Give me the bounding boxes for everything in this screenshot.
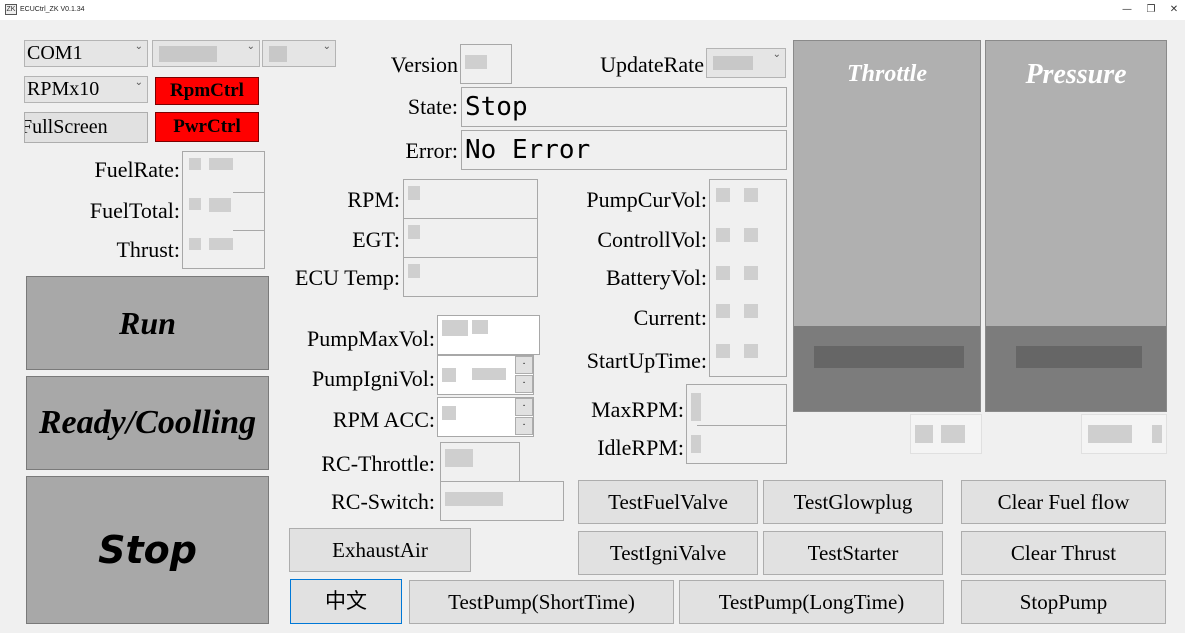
- pump-max-vol-input[interactable]: [437, 315, 540, 355]
- state-value: Stop: [461, 87, 787, 127]
- fullscreen-button[interactable]: FullScreen: [24, 112, 148, 143]
- error-value: No Error: [461, 130, 787, 170]
- ecu-temp-value: [403, 257, 538, 297]
- battery-vol-label: BatteryVol:: [605, 265, 707, 290]
- test-igni-valve-button[interactable]: TestIgniValve: [578, 531, 758, 575]
- pump-cur-vol-label: PumpCurVol:: [586, 187, 707, 212]
- current-label: Current:: [633, 305, 707, 330]
- ecu-temp-label: ECU Temp:: [295, 265, 400, 290]
- stop-button[interactable]: Stop: [26, 476, 269, 624]
- rc-throttle-label: RC-Throttle:: [321, 451, 435, 476]
- pressure-readout: [1081, 414, 1167, 454]
- version-value: [460, 44, 512, 84]
- rpm-value: [403, 179, 538, 219]
- pwr-ctrl-button[interactable]: PwrCtrl: [155, 112, 259, 142]
- test-fuel-valve-button[interactable]: TestFuelValve: [578, 480, 758, 524]
- app-icon: ZK: [5, 4, 17, 15]
- fuel-rate-label: FuelRate:: [94, 157, 180, 182]
- controll-vol-label: ControllVol:: [597, 227, 707, 252]
- pressure-level-fill: [986, 325, 1166, 411]
- rc-switch-label: RC-Switch:: [331, 489, 435, 514]
- fuel-total-label: FuelTotal:: [89, 198, 180, 223]
- close-button[interactable]: ✕: [1162, 2, 1185, 18]
- device-select[interactable]: ⌄: [262, 40, 336, 67]
- rpm-acc-down[interactable]: ·: [515, 417, 533, 435]
- rpm-acc-label: RPM ACC:: [332, 407, 435, 432]
- baud-rate-select[interactable]: ⌄: [152, 40, 260, 67]
- test-pump-long-button[interactable]: TestPump(LongTime): [679, 580, 944, 624]
- max-rpm-label: MaxRPM:: [591, 397, 684, 422]
- version-label: Version: [390, 52, 458, 77]
- chevron-down-icon: ⌄: [246, 41, 255, 52]
- pump-igni-vol-up[interactable]: ·: [515, 356, 533, 374]
- pump-max-vol-label: PumpMaxVol:: [307, 326, 435, 351]
- pump-igni-vol-label: PumpIgniVol:: [311, 366, 435, 391]
- rpm-scale-value: RPMx10: [27, 78, 100, 100]
- pressure-title: Pressure: [1025, 59, 1127, 90]
- chevron-down-icon: ⌄: [322, 41, 331, 52]
- throttle-title: Throttle: [846, 61, 927, 87]
- thrust-label: Thrust:: [116, 237, 180, 262]
- title-bar: [0, 0, 1185, 20]
- rpm-label: RPM:: [347, 187, 400, 212]
- test-glowplug-button[interactable]: TestGlowplug: [763, 480, 943, 524]
- rpm-acc-up[interactable]: ·: [515, 398, 533, 416]
- window-title: ECUCtrl_ZK V0.1.34: [20, 6, 85, 13]
- run-button[interactable]: Run: [26, 276, 269, 370]
- test-starter-button[interactable]: TestStarter: [763, 531, 943, 575]
- rpm-ctrl-button[interactable]: RpmCtrl: [155, 77, 259, 105]
- rc-throttle-value: [440, 442, 520, 482]
- clear-thrust-button[interactable]: Clear Thrust: [961, 531, 1166, 575]
- throttle-level-fill: [794, 325, 980, 411]
- ready-cooling-button[interactable]: Ready/Coolling: [26, 376, 269, 470]
- test-pump-short-button[interactable]: TestPump(ShortTime): [409, 580, 674, 624]
- chevron-down-icon: ⌄: [134, 41, 143, 52]
- rpm-limits-panel: [686, 384, 787, 464]
- throttle-readout: [910, 414, 982, 454]
- com-port-value: COM1: [27, 42, 83, 64]
- rpm-scale-select[interactable]: RPMx10 ⌄: [24, 76, 148, 103]
- exhaust-air-button[interactable]: ExhaustAir: [289, 528, 471, 572]
- pressure-gauge: Pressure: [985, 40, 1167, 412]
- startup-time-label: StartUpTime:: [586, 348, 707, 373]
- left-metrics-panel: [182, 151, 265, 269]
- egt-value: [403, 218, 538, 258]
- pump-igni-vol-down[interactable]: ·: [515, 375, 533, 393]
- rc-switch-value: [440, 481, 564, 521]
- voltages-panel: [709, 179, 787, 377]
- minimize-button[interactable]: —: [1115, 2, 1139, 18]
- state-label: State:: [407, 94, 458, 119]
- throttle-gauge: Throttle: [793, 40, 981, 412]
- chevron-down-icon: ⌄: [134, 77, 143, 88]
- restore-button[interactable]: ❐: [1139, 2, 1163, 18]
- stop-pump-button[interactable]: StopPump: [961, 580, 1166, 624]
- com-port-select[interactable]: COM1 ⌄: [24, 40, 148, 67]
- update-rate-label: UpdateRate: [600, 52, 704, 77]
- clear-fuel-flow-button[interactable]: Clear Fuel flow: [961, 480, 1166, 524]
- error-label: Error:: [405, 138, 458, 163]
- chevron-down-icon: ⌄: [772, 49, 781, 60]
- update-rate-select[interactable]: ⌄: [706, 48, 786, 78]
- idle-rpm-label: IdleRPM:: [597, 435, 684, 460]
- fullscreen-label: FullScreen: [24, 116, 108, 138]
- egt-label: EGT:: [352, 227, 400, 252]
- language-button[interactable]: 中文: [290, 579, 402, 624]
